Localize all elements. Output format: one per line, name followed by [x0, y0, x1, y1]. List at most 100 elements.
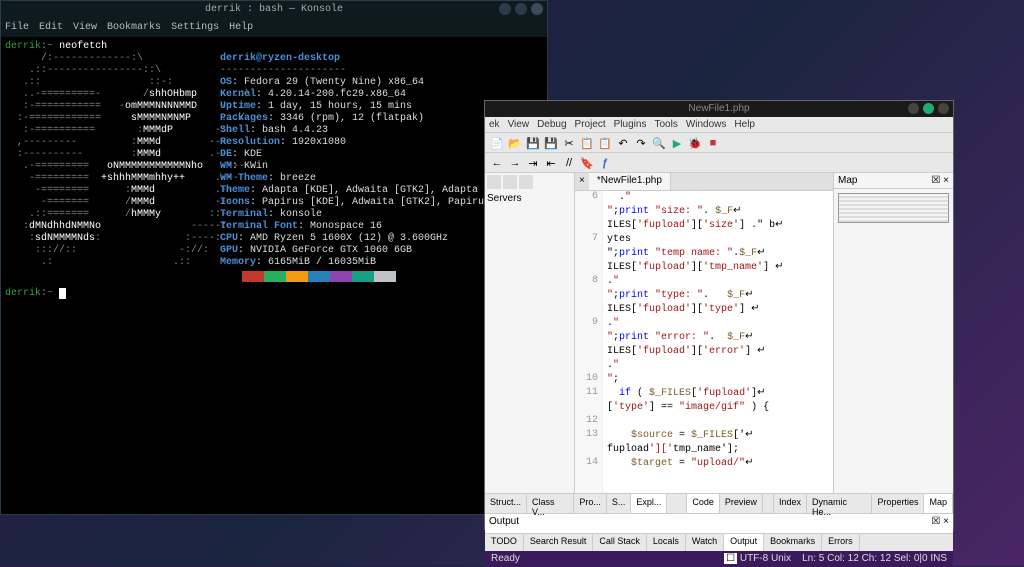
tab-properties[interactable]: Properties	[872, 494, 924, 513]
ide-titlebar[interactable]: NewFile1.php	[485, 101, 953, 117]
comment-icon[interactable]: //	[561, 155, 577, 171]
tab-map[interactable]: Map	[924, 494, 953, 513]
tab-bookmarks[interactable]: Bookmarks	[764, 534, 822, 551]
code-lines[interactable]: .""; print "size: ". $_F↵ILES['fupload']…	[603, 191, 783, 493]
minimize-icon[interactable]	[908, 103, 919, 114]
menu-view[interactable]: View	[73, 19, 97, 37]
cut-icon[interactable]: ✂	[561, 135, 577, 151]
sidebar-item-servers[interactable]: Servers	[487, 193, 572, 204]
menu-settings[interactable]: Settings	[171, 19, 219, 37]
ide-window: NewFile1.php ek View Debug Project Plugi…	[484, 100, 954, 530]
ide-statusbar: Ready ☐ UTF-8 Unix Ln: 5 Col: 12 Ch: 12 …	[485, 551, 953, 567]
gutter: 67891011121314	[575, 191, 603, 493]
ide-map-panel: Map ☒ ×	[833, 173, 953, 493]
paste-icon[interactable]: 📋	[597, 135, 613, 151]
panel-close-icon[interactable]: ☒ ×	[931, 516, 949, 531]
minimap[interactable]	[838, 193, 949, 223]
tab-explorer[interactable]: Expl...	[631, 494, 667, 513]
tab-project[interactable]: Pro...	[574, 494, 607, 513]
menu-project[interactable]: Project	[575, 117, 606, 132]
stop-icon[interactable]: ■	[705, 135, 721, 151]
undo-icon[interactable]: ↶	[615, 135, 631, 151]
bottom-tabs: TODO Search Result Call Stack Locals Wat…	[485, 533, 953, 551]
cursor-icon	[59, 288, 66, 299]
ide-body: Servers × *NewFile1.php 67891011121314 .…	[485, 173, 953, 493]
tree-sync-icon[interactable]	[519, 175, 533, 189]
tab-locals[interactable]: Locals	[647, 534, 686, 551]
prompt-user-2: derrik	[5, 288, 41, 300]
menu-view[interactable]: View	[508, 117, 530, 132]
minimize-icon[interactable]	[499, 3, 511, 15]
bookmark-icon[interactable]: 🔖	[579, 155, 595, 171]
search-icon[interactable]: 🔍	[651, 135, 667, 151]
prompt-user: derrik	[5, 41, 41, 53]
tab-search-result[interactable]: Search Result	[524, 534, 594, 551]
tab-output[interactable]: Output	[724, 534, 764, 551]
output-label: Output	[489, 516, 519, 531]
tab-close-icon[interactable]: ×	[575, 173, 589, 190]
outdent-icon[interactable]: ⇤	[543, 155, 559, 171]
encoding-indicator[interactable]: ☐	[724, 553, 737, 564]
forward-icon[interactable]: →	[507, 155, 523, 171]
menu-help[interactable]: Help	[734, 117, 755, 132]
tab-dynhelp[interactable]: Dynamic He...	[807, 494, 872, 513]
ide-sidebar[interactable]: Servers	[485, 173, 575, 493]
terminal-body[interactable]: derrik:~ neofetch /:-------------:\derri…	[1, 37, 547, 304]
map-label: Map	[838, 175, 857, 186]
close-icon[interactable]	[531, 3, 543, 15]
tab-errors[interactable]: Errors	[822, 534, 860, 551]
tab-callstack[interactable]: Call Stack	[593, 534, 647, 551]
save-icon[interactable]: 💾	[525, 135, 541, 151]
terminal-title: derrik : bash — Konsole	[205, 4, 343, 15]
menu-help[interactable]: Help	[229, 19, 253, 37]
new-file-icon[interactable]: 📄	[489, 135, 505, 151]
menu-ek[interactable]: ek	[489, 117, 500, 132]
prompt-cmd: neofetch	[59, 41, 107, 53]
indent-icon[interactable]: ⇥	[525, 155, 541, 171]
menu-windows[interactable]: Windows	[686, 117, 727, 132]
tree-collapse-icon[interactable]	[487, 175, 501, 189]
ide-title: NewFile1.php	[688, 103, 749, 114]
code-area[interactable]: 67891011121314 .""; print "size: ". $_F↵…	[575, 191, 833, 493]
ide-toolbar-1: 📄 📂 💾 💾 ✂ 📋 📋 ↶ ↷ 🔍 ▶ 🐞 ■	[485, 133, 953, 153]
open-icon[interactable]: 📂	[507, 135, 523, 151]
maximize-icon[interactable]	[515, 3, 527, 15]
editor-tab[interactable]: *NewFile1.php	[589, 173, 671, 190]
editor-tabbar: × *NewFile1.php	[575, 173, 833, 191]
tab-watch[interactable]: Watch	[686, 534, 724, 551]
tab-todo[interactable]: TODO	[485, 534, 524, 551]
ide-toolbar-2: ← → ⇥ ⇤ // 🔖 ƒ	[485, 153, 953, 173]
function-icon[interactable]: ƒ	[597, 155, 613, 171]
back-icon[interactable]: ←	[489, 155, 505, 171]
run-icon[interactable]: ▶	[669, 135, 685, 151]
ide-menubar: ek View Debug Project Plugins Tools Wind…	[485, 117, 953, 133]
menu-file[interactable]: File	[5, 19, 29, 37]
status-ready: Ready	[491, 551, 520, 567]
tab-classview[interactable]: Class V...	[527, 494, 574, 513]
tab-structure[interactable]: Struct...	[485, 494, 527, 513]
debug-icon[interactable]: 🐞	[687, 135, 703, 151]
maximize-icon[interactable]	[923, 103, 934, 114]
tab-preview[interactable]: Preview	[720, 494, 763, 513]
tab-s[interactable]: S...	[607, 494, 632, 513]
tree-refresh-icon[interactable]	[503, 175, 517, 189]
redo-icon[interactable]: ↷	[633, 135, 649, 151]
menu-debug[interactable]: Debug	[537, 117, 566, 132]
ide-editor: × *NewFile1.php 67891011121314 .""; prin…	[575, 173, 833, 493]
tab-code[interactable]: Code	[687, 494, 720, 513]
output-panel: Output ☒ ×	[485, 513, 953, 533]
menu-edit[interactable]: Edit	[39, 19, 63, 37]
menu-tools[interactable]: Tools	[654, 117, 677, 132]
terminal-titlebar[interactable]: derrik : bash — Konsole	[1, 1, 547, 19]
close-icon[interactable]	[938, 103, 949, 114]
panel-tabs: Struct... Class V... Pro... S... Expl...…	[485, 493, 953, 513]
panel-close-icon[interactable]: ☒ ×	[931, 175, 949, 186]
tab-index[interactable]: Index	[774, 494, 807, 513]
save-all-icon[interactable]: 💾	[543, 135, 559, 151]
terminal-menubar: File Edit View Bookmarks Settings Help	[1, 19, 547, 37]
status-encoding: UTF-8 Unix	[740, 553, 791, 564]
copy-icon[interactable]: 📋	[579, 135, 595, 151]
terminal-window: derrik : bash — Konsole File Edit View B…	[0, 0, 548, 515]
menu-plugins[interactable]: Plugins	[614, 117, 647, 132]
menu-bookmarks[interactable]: Bookmarks	[107, 19, 161, 37]
